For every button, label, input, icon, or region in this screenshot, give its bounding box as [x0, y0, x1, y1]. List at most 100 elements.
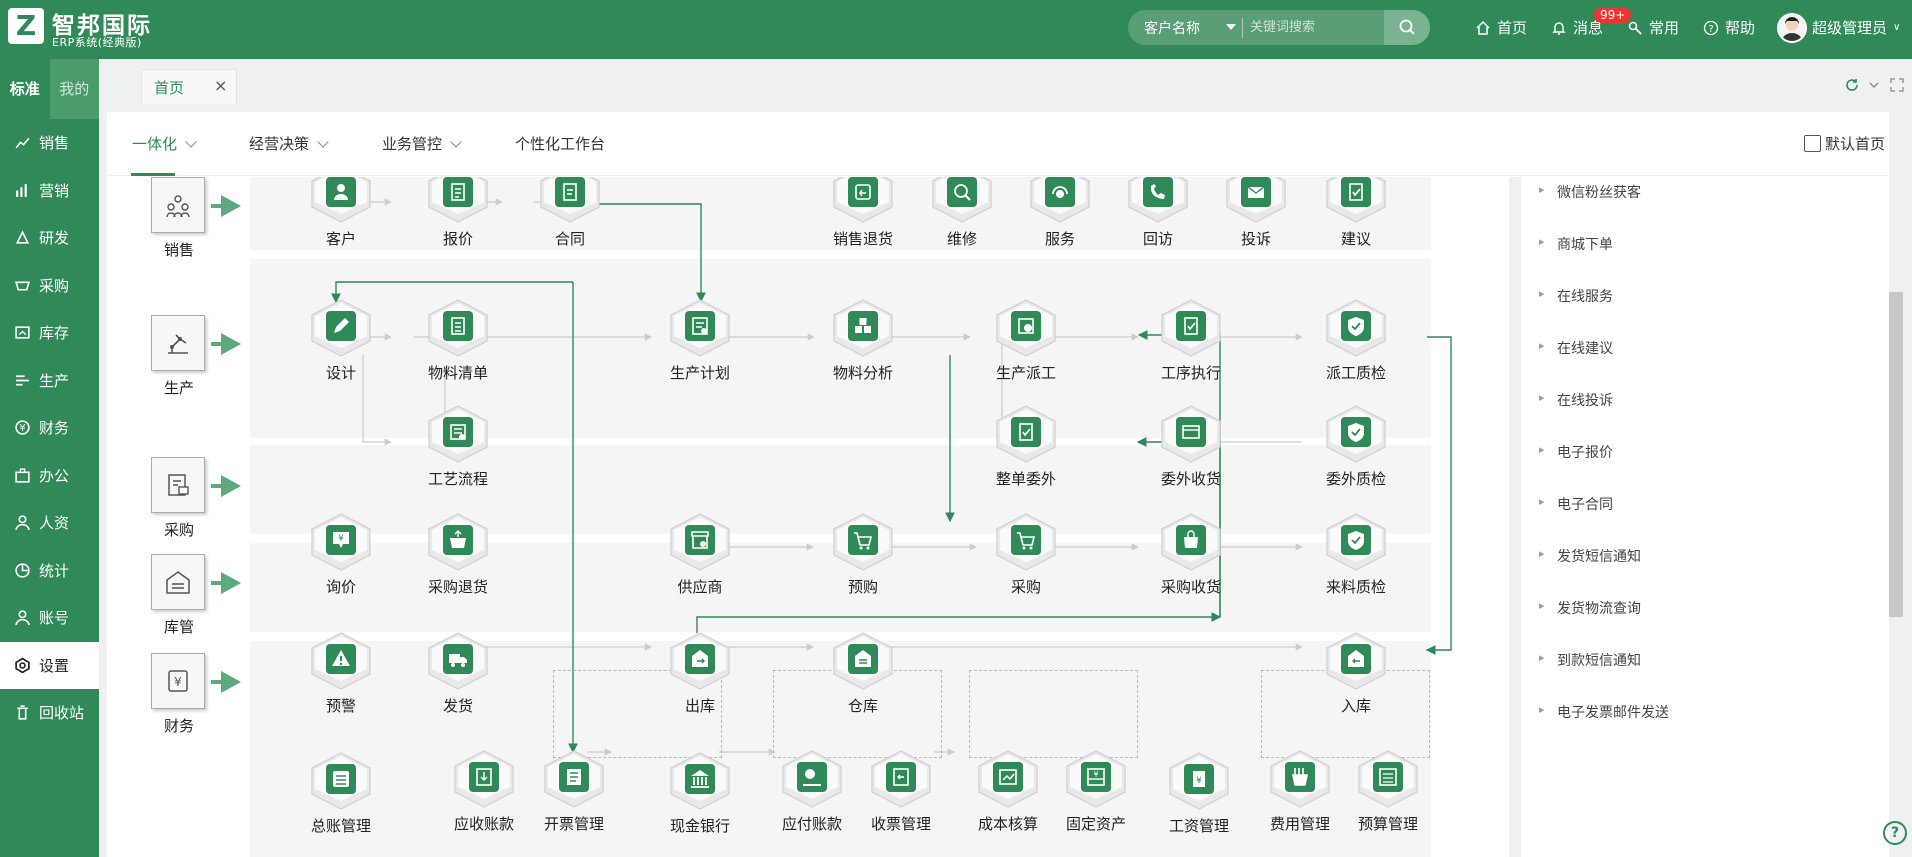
flow-node-gongyingshang[interactable]: 供应商 — [655, 512, 745, 597]
search-input[interactable] — [1250, 15, 1390, 40]
flow-node-huifang[interactable]: 回访 — [1113, 177, 1203, 249]
sidebar-item-production[interactable]: 生产 — [0, 357, 99, 405]
online-service-item[interactable]: 电子发票邮件发送 — [1539, 702, 1669, 722]
flow-node-yingshou[interactable]: 应收账款 — [439, 749, 529, 834]
flow-node-chuku[interactable]: 出库 — [655, 631, 745, 716]
online-service-item[interactable]: 发货物流查询 — [1539, 598, 1641, 618]
tab-business-control[interactable]: 业务管控 — [382, 133, 462, 154]
department-2[interactable]: 采购 — [151, 457, 207, 540]
flow-node-zhengdanweiwai[interactable]: 整单委外 — [981, 404, 1071, 489]
sidebar-tab-mine[interactable]: 我的 — [49, 59, 99, 119]
flow-node-caigoutuihuo[interactable]: 采购退货 — [413, 512, 503, 597]
flow-node-fuwu[interactable]: 服务 — [1015, 177, 1105, 249]
user-icon — [15, 515, 30, 531]
flow-node-baojia[interactable]: 报价 — [413, 177, 503, 249]
flow-node-cangku[interactable]: 仓库 — [818, 631, 908, 716]
sidebar-item-marketing[interactable]: 营销 — [0, 167, 99, 215]
tab-personal-workbench[interactable]: 个性化工作台 — [515, 133, 605, 154]
flow-node-xianjin[interactable]: 现金银行 — [655, 751, 745, 836]
sidebar-item-recycle-bin[interactable]: 回收站 — [0, 689, 99, 737]
default-home-checkbox[interactable]: 默认首页 — [1804, 133, 1885, 154]
flow-node-tousu[interactable]: 投诉 — [1211, 177, 1301, 249]
flow-node-weixiu[interactable]: 维修 — [917, 177, 1007, 249]
flow-node-sheji[interactable]: 设计 — [296, 298, 386, 383]
close-icon[interactable]: × — [214, 76, 227, 95]
flow-node-xiaoshoutuihuo[interactable]: 销售退货 — [818, 177, 908, 249]
sidebar-item-account[interactable]: 账号 — [0, 594, 99, 642]
flow-node-shoupiao[interactable]: 收票管理 — [856, 749, 946, 834]
jianyi-icon — [1324, 177, 1388, 224]
sidebar-tab-standard[interactable]: 标准 — [0, 59, 50, 119]
online-service-item[interactable]: 发货短信通知 — [1539, 546, 1641, 566]
page-tab-home[interactable]: 首页 × — [141, 69, 237, 104]
flow-node-guding[interactable]: ¥ 固定资产 — [1051, 749, 1141, 834]
sidebar-item-purchase[interactable]: 采购 — [0, 262, 99, 310]
department-3[interactable]: 库管 — [151, 554, 207, 637]
flow-node-fahuo[interactable]: 发货 — [413, 631, 503, 716]
flow-node-yusuan[interactable]: 预算管理 — [1343, 749, 1433, 834]
flow-node-hetong[interactable]: 合同 — [525, 177, 615, 249]
refresh-icon[interactable] — [1844, 77, 1860, 93]
flow-node-kaipiao[interactable]: 开票管理 — [529, 749, 619, 834]
sidebar-item-statistics[interactable]: 统计 — [0, 547, 99, 595]
wuliaofenxi-icon — [831, 298, 895, 358]
flow-node-ruku[interactable]: 入库 — [1311, 631, 1401, 716]
tab-business-decision[interactable]: 经营决策 — [249, 133, 329, 154]
search-type-select[interactable]: 客户名称 — [1144, 18, 1200, 38]
flow-node-zongzhang[interactable]: 总账管理 — [296, 751, 386, 836]
avatar[interactable] — [1777, 13, 1807, 43]
caret-down-icon[interactable] — [1226, 24, 1236, 30]
department-4[interactable]: ¥ 财务 — [151, 653, 207, 736]
flow-node-yingfu[interactable]: 应付账款 — [767, 749, 857, 834]
sidebar-item-settings[interactable]: 设置 — [0, 641, 99, 689]
flow-node-weiwaizhijian[interactable]: 委外质检 — [1311, 404, 1401, 489]
flow-node-shengchanjihua[interactable]: 生产计划 — [655, 298, 745, 383]
online-service-item[interactable]: 在线投诉 — [1539, 390, 1613, 410]
flow-node-feiyong[interactable]: 费用管理 — [1255, 749, 1345, 834]
flow-node-caigoushouhuo[interactable]: 采购收货 — [1146, 512, 1236, 597]
flow-node-caigou[interactable]: 采购 — [981, 512, 1071, 597]
department-0[interactable]: 销售 — [151, 177, 207, 260]
online-service-item[interactable]: 商城下单 — [1539, 234, 1613, 254]
top-home-link[interactable]: 首页 — [1475, 17, 1527, 38]
sidebar-item-inventory[interactable]: 库存 — [0, 309, 99, 357]
sidebar-item-finance[interactable]: ¥ 财务 — [0, 404, 99, 452]
flow-node-gongyiliucheng[interactable]: 工艺流程 — [413, 404, 503, 489]
sidebar-item-hr[interactable]: 人资 — [0, 499, 99, 547]
tab-integration[interactable]: 一体化 — [132, 133, 197, 154]
department-1[interactable]: 生产 — [151, 315, 207, 398]
chevron-down-icon[interactable] — [1867, 78, 1881, 92]
online-service-item[interactable]: 在线服务 — [1539, 286, 1613, 306]
guding-icon: ¥ — [1064, 749, 1128, 809]
scrollbar[interactable] — [1889, 292, 1903, 617]
top-common-link[interactable]: 常用 — [1627, 17, 1679, 38]
checkbox[interactable] — [1804, 135, 1821, 152]
flow-node-jianyi[interactable]: 建议 — [1311, 177, 1401, 249]
online-service-item[interactable]: 到款短信通知 — [1539, 650, 1641, 670]
flow-node-yujing[interactable]: 预警 — [296, 631, 386, 716]
help-float-button[interactable]: ? — [1883, 821, 1907, 845]
sidebar-item-office[interactable]: 办公 — [0, 452, 99, 500]
flow-node-shengchanpaigong[interactable]: 生产派工 — [981, 298, 1071, 383]
flow-node-lailiaozhijian[interactable]: 来料质检 — [1311, 512, 1401, 597]
flow-node-gongzi[interactable]: ¥ 工资管理 — [1154, 751, 1244, 836]
online-service-item[interactable]: 电子合同 — [1539, 494, 1613, 514]
flow-node-wuliaoqingdan[interactable]: 物料清单 — [413, 298, 503, 383]
top-help-link[interactable]: ? 帮助 — [1703, 17, 1755, 38]
flow-node-paigongzhijian[interactable]: 派工质检 — [1311, 298, 1401, 383]
fullscreen-icon[interactable] — [1889, 77, 1905, 93]
sidebar-item-sales[interactable]: 销售 — [0, 119, 99, 167]
flow-node-wuliaofenxi[interactable]: 物料分析 — [818, 298, 908, 383]
flow-node-yugou[interactable]: 预购 — [818, 512, 908, 597]
online-service-item[interactable]: 在线建议 — [1539, 338, 1613, 358]
flow-node-gongxuzhixing[interactable]: 工序执行 — [1146, 298, 1236, 383]
flow-node-chengben[interactable]: 成本核算 — [963, 749, 1053, 834]
flow-node-weiwaishouhuo[interactable]: 委外收货 — [1146, 404, 1236, 489]
search-button[interactable] — [1384, 10, 1430, 45]
user-menu[interactable]: 超级管理员 ∨ — [1812, 17, 1900, 38]
online-service-item[interactable]: 微信粉丝获客 — [1539, 182, 1641, 202]
flow-node-kehu[interactable]: 客户 — [296, 177, 386, 249]
online-service-item[interactable]: 电子报价 — [1539, 442, 1613, 462]
sidebar-item-research[interactable]: 研发 — [0, 214, 99, 262]
flow-node-xunjia[interactable]: ¥ 询价 — [296, 512, 386, 597]
